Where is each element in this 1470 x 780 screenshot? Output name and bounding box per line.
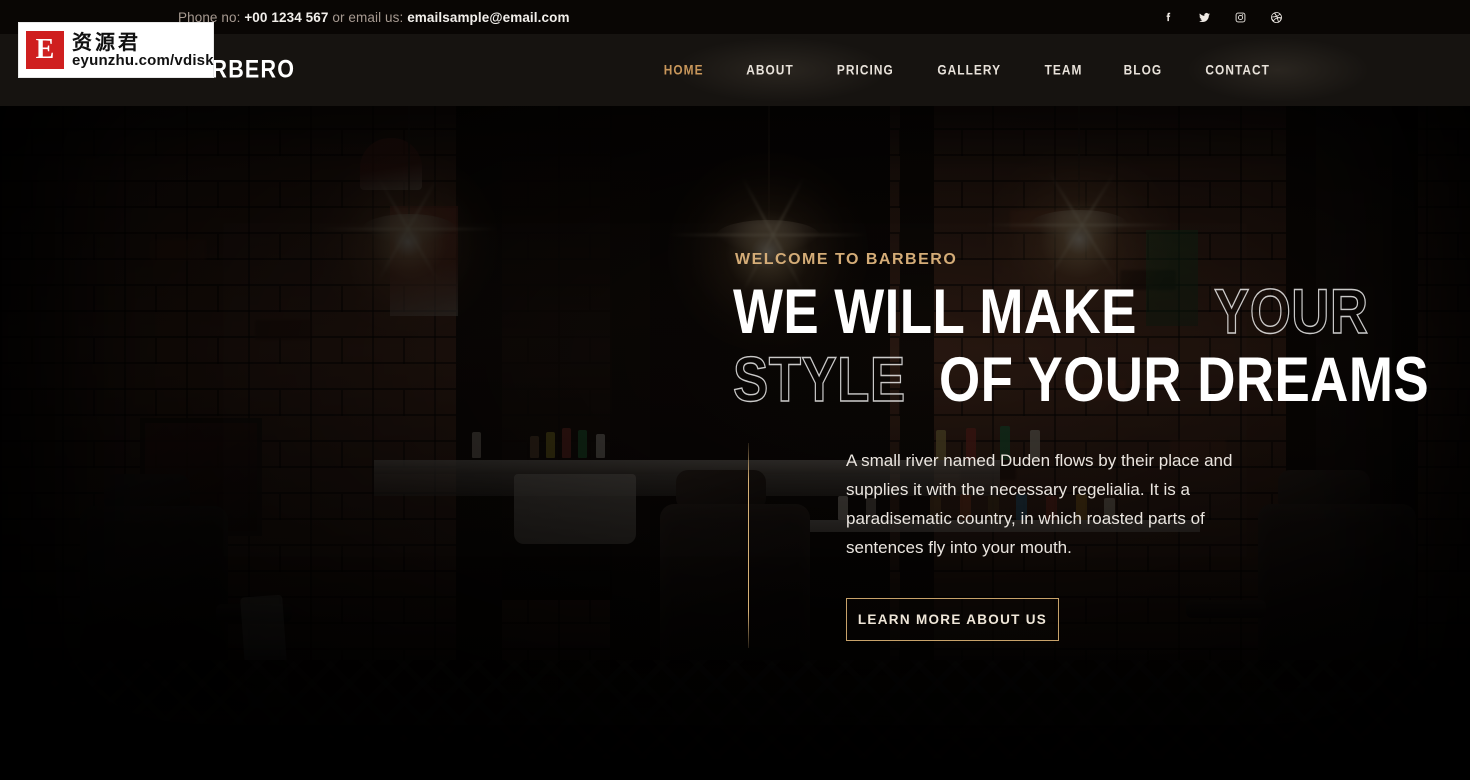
watermark-badge-letter: E bbox=[35, 34, 55, 65]
topbar-contact-info: Phone no: +00 1234 567 or email us: emai… bbox=[178, 10, 570, 25]
watermark-url: eyunzhu.com/vdisk bbox=[72, 51, 214, 69]
watermark-overlay: E 资源君 eyunzhu.com/vdisk bbox=[18, 22, 214, 78]
nav-item-about[interactable]: ABOUT bbox=[725, 63, 815, 78]
watermark-chinese-name: 资源君 bbox=[72, 29, 141, 54]
instagram-icon[interactable] bbox=[1232, 9, 1248, 25]
phone-number[interactable]: +00 1234 567 bbox=[244, 10, 328, 25]
social-links bbox=[1160, 9, 1284, 25]
top-utility-bar: Phone no: +00 1234 567 or email us: emai… bbox=[0, 0, 1470, 34]
nav-item-pricing[interactable]: PRICING bbox=[815, 63, 916, 78]
nav-item-home[interactable]: HOME bbox=[643, 63, 724, 78]
learn-more-button[interactable]: LEARN MORE ABOUT US bbox=[846, 598, 1059, 641]
email-label: or email us: bbox=[332, 9, 404, 25]
facebook-icon[interactable] bbox=[1160, 9, 1176, 25]
headline-line-1: WE WILL MAKE YOUR bbox=[733, 277, 1470, 347]
hero-headline: WE WILL MAKE YOUR STYLE OF YOUR DREAMS bbox=[732, 277, 1470, 415]
headline-solid-1: WE WILL MAKE bbox=[733, 277, 1137, 347]
nav-item-team[interactable]: TEAM bbox=[1024, 63, 1103, 78]
main-header: BARBERO HOME ABOUT PRICING GALLERY TEAM … bbox=[0, 34, 1470, 106]
headline-line-2: STYLE OF YOUR DREAMS bbox=[732, 345, 1470, 415]
email-address[interactable]: emailsample@email.com bbox=[407, 10, 569, 25]
headline-outline-2: STYLE bbox=[732, 345, 906, 415]
watermark-logo-badge: E bbox=[26, 31, 64, 69]
hero-eyebrow: WELCOME TO BARBERO bbox=[735, 251, 958, 268]
dribbble-icon[interactable] bbox=[1268, 9, 1284, 25]
hero-accent-rule bbox=[748, 443, 749, 648]
nav-item-contact[interactable]: CONTACT bbox=[1183, 63, 1292, 78]
nav-item-gallery[interactable]: GALLERY bbox=[915, 63, 1023, 78]
headline-outline-1: YOUR bbox=[1213, 277, 1369, 347]
hero-paragraph: A small river named Duden flows by their… bbox=[846, 451, 1233, 557]
watermark-text: 资源君 eyunzhu.com/vdisk bbox=[72, 29, 214, 69]
twitter-icon[interactable] bbox=[1196, 9, 1212, 25]
main-navigation: HOME ABOUT PRICING GALLERY TEAM BLOG CON… bbox=[643, 63, 1292, 78]
nav-item-blog[interactable]: BLOG bbox=[1103, 63, 1183, 78]
headline-solid-2: OF YOUR DREAMS bbox=[938, 345, 1429, 415]
